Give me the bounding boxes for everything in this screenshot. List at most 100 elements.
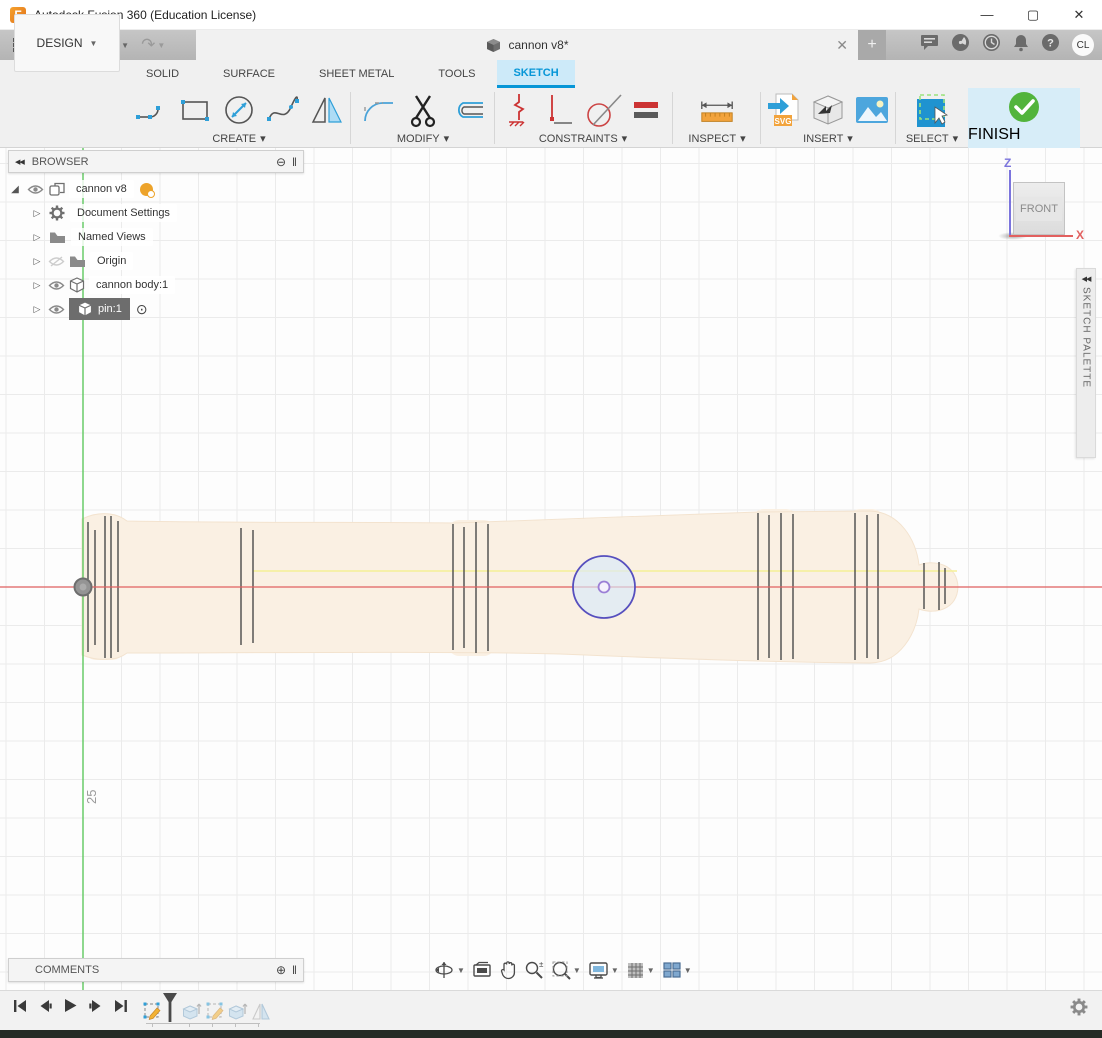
expander-expanded-icon[interactable]: ◢ bbox=[8, 184, 22, 195]
extensions-icon[interactable] bbox=[951, 33, 970, 57]
browser-item-label[interactable]: Origin bbox=[90, 252, 133, 270]
browser-item-selected[interactable]: pin:1 bbox=[69, 298, 130, 320]
fixed-constraint-icon[interactable] bbox=[503, 91, 537, 129]
help-icon[interactable]: ? bbox=[1041, 33, 1060, 57]
maximize-button[interactable]: ▢ bbox=[1010, 0, 1056, 30]
browser-item-label[interactable]: Document Settings bbox=[70, 204, 177, 222]
comments-bar[interactable]: COMMENTS ⊕ ‖ bbox=[8, 958, 304, 982]
modeling-canvas[interactable]: 25 ◀◀ BROWSER ⊖ ‖ ◢ cannon v8 ▷ Do bbox=[0, 148, 1102, 990]
step-back-icon[interactable] bbox=[37, 998, 53, 1019]
pan-icon[interactable] bbox=[499, 960, 517, 980]
viewports-icon[interactable]: ▼ bbox=[662, 961, 692, 979]
insert-mesh-icon[interactable] bbox=[809, 91, 847, 129]
timeline-extrude-feature-icon[interactable] bbox=[182, 1000, 202, 1022]
browser-item-label[interactable]: cannon v8 bbox=[69, 180, 134, 198]
timeline-settings-gear-icon[interactable] bbox=[1070, 998, 1088, 1021]
select-group-label[interactable]: SELECT▾ bbox=[906, 132, 958, 145]
expander-collapsed-icon[interactable]: ▷ bbox=[30, 208, 44, 219]
offset-tool-icon[interactable] bbox=[448, 91, 486, 129]
timeline-extrude-feature-icon[interactable] bbox=[228, 1000, 248, 1022]
browser-grip-icon[interactable]: ‖ bbox=[292, 155, 297, 169]
look-at-icon[interactable] bbox=[472, 961, 492, 979]
visibility-hidden-eye-icon[interactable] bbox=[48, 256, 65, 267]
equal-constraint-icon[interactable] bbox=[629, 91, 663, 129]
tab-sketch[interactable]: SKETCH bbox=[497, 60, 574, 88]
pin-circle-center[interactable] bbox=[599, 582, 610, 593]
activate-component-radio-icon[interactable]: ⊙ bbox=[136, 301, 148, 318]
browser-item-cannon-body[interactable]: ▷ cannon body:1 bbox=[8, 273, 304, 297]
modify-group-label[interactable]: MODIFY▾ bbox=[397, 132, 449, 145]
tab-sheet-metal[interactable]: SHEET METAL bbox=[297, 60, 416, 88]
clock-icon[interactable] bbox=[982, 33, 1001, 57]
collapse-browser-icon[interactable]: ◀◀ bbox=[15, 158, 24, 166]
expander-collapsed-icon[interactable]: ▷ bbox=[30, 304, 44, 315]
create-group-label[interactable]: CREATE▾ bbox=[212, 132, 265, 145]
visibility-eye-icon[interactable] bbox=[48, 280, 65, 291]
insert-group-label[interactable]: INSERT▾ bbox=[803, 132, 853, 145]
insert-svg-icon[interactable]: SVG bbox=[765, 91, 803, 129]
display-settings-icon[interactable]: ▼ bbox=[588, 961, 619, 980]
minimize-button[interactable]: — bbox=[964, 0, 1010, 30]
browser-item-label[interactable]: cannon body:1 bbox=[89, 276, 175, 294]
browser-item-label[interactable]: Named Views bbox=[71, 228, 153, 246]
add-comment-icon[interactable]: ⊕ bbox=[276, 963, 286, 977]
go-to-start-icon[interactable] bbox=[12, 998, 28, 1019]
inspect-group-label[interactable]: INSPECT▾ bbox=[688, 132, 745, 145]
workspace-selector[interactable]: DESIGN▼ bbox=[14, 14, 120, 72]
browser-item-origin[interactable]: ▷ Origin bbox=[8, 249, 304, 273]
redo-icon[interactable]: ↷▼ bbox=[141, 35, 165, 55]
document-tab[interactable]: cannon v8* ✕ bbox=[196, 30, 858, 60]
tab-solid[interactable]: SOLID bbox=[124, 60, 201, 88]
timeline-sketch-feature-icon[interactable] bbox=[205, 1000, 225, 1022]
play-icon[interactable] bbox=[62, 997, 79, 1019]
rectangle-tool-icon[interactable] bbox=[176, 91, 214, 129]
expander-collapsed-icon[interactable]: ▷ bbox=[30, 280, 44, 291]
tab-close-icon[interactable]: ✕ bbox=[836, 37, 848, 54]
comments-grip-icon[interactable]: ‖ bbox=[292, 963, 297, 977]
visibility-eye-icon[interactable] bbox=[27, 184, 44, 195]
trim-tool-icon[interactable] bbox=[404, 91, 442, 129]
browser-item-document-settings[interactable]: ▷ Document Settings bbox=[8, 201, 304, 225]
grid-settings-icon[interactable]: ▼ bbox=[626, 961, 655, 980]
timeline-sketch-feature-icon[interactable] bbox=[142, 1000, 162, 1022]
visibility-eye-icon[interactable] bbox=[48, 304, 65, 315]
mirror-tool-icon[interactable] bbox=[308, 91, 346, 129]
notifications-bell-icon[interactable] bbox=[1013, 34, 1029, 57]
select-tool-icon[interactable] bbox=[913, 91, 951, 129]
tangent-constraint-icon[interactable] bbox=[583, 91, 623, 129]
viewcube-front-face[interactable]: FRONT bbox=[1016, 197, 1062, 221]
redo-caret-icon: ▼ bbox=[157, 41, 165, 50]
user-avatar[interactable]: CL bbox=[1072, 34, 1094, 56]
finish-sketch-button[interactable]: FINISH SKETCH▾ bbox=[968, 88, 1080, 148]
browser-item-named-views[interactable]: ▷ Named Views bbox=[8, 225, 304, 249]
new-tab-button[interactable]: + bbox=[858, 30, 886, 60]
orbit-icon[interactable]: ▼ bbox=[433, 960, 465, 980]
fit-icon[interactable]: ▼ bbox=[551, 960, 581, 980]
browser-header[interactable]: ◀◀ BROWSER ⊖ ‖ bbox=[8, 150, 304, 173]
sketch-palette-collapsed[interactable]: ◀◀ SKETCH PALETTE bbox=[1076, 268, 1096, 458]
go-to-end-icon[interactable] bbox=[113, 998, 129, 1019]
step-forward-icon[interactable] bbox=[88, 998, 104, 1019]
expander-collapsed-icon[interactable]: ▷ bbox=[30, 256, 44, 267]
vertical-horizontal-constraint-icon[interactable] bbox=[543, 91, 577, 129]
tab-surface[interactable]: SURFACE bbox=[201, 60, 297, 88]
display-settings-badge-icon[interactable]: ⊖ bbox=[276, 155, 286, 169]
line-tool-icon[interactable] bbox=[132, 91, 170, 129]
viewcube[interactable]: FRONT bbox=[1013, 182, 1065, 235]
expand-palette-icon[interactable]: ◀◀ bbox=[1082, 275, 1091, 283]
tab-tools[interactable]: TOOLS bbox=[416, 60, 497, 88]
timeline-mirror-feature-icon[interactable] bbox=[251, 1000, 271, 1022]
browser-item-pin[interactable]: ▷ pin:1 ⊙ bbox=[8, 297, 304, 321]
constraints-group-label[interactable]: CONSTRAINTS▾ bbox=[539, 132, 627, 145]
insert-image-icon[interactable] bbox=[853, 91, 891, 129]
circle-tool-icon[interactable] bbox=[220, 91, 258, 129]
expander-collapsed-icon[interactable]: ▷ bbox=[30, 232, 44, 243]
close-button[interactable]: ✕ bbox=[1056, 0, 1102, 30]
zoom-icon[interactable]: ± bbox=[524, 960, 544, 980]
browser-item-root[interactable]: ◢ cannon v8 bbox=[8, 177, 304, 201]
measure-tool-icon[interactable] bbox=[698, 91, 736, 129]
fillet-tool-icon[interactable] bbox=[360, 91, 398, 129]
spline-tool-icon[interactable] bbox=[264, 91, 302, 129]
timeline-position-marker[interactable] bbox=[161, 992, 179, 1029]
comment-icon[interactable] bbox=[920, 34, 939, 56]
